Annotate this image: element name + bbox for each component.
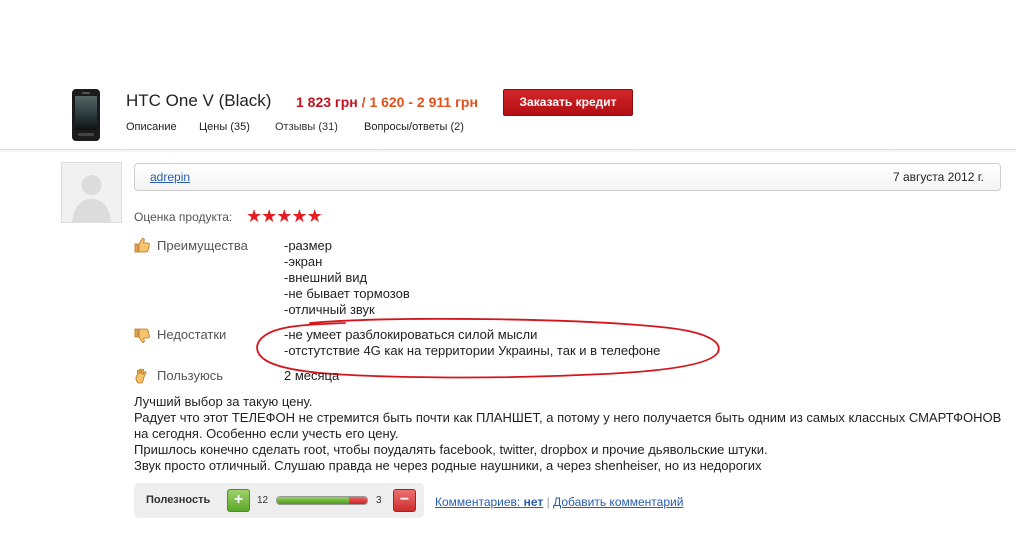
usefulness-bar-negative [349, 497, 367, 504]
comments-link[interactable]: Комментариев: нет [435, 495, 543, 509]
header-divider-shadow [0, 150, 1016, 153]
pros-list: -размер -экран -внешний вид -не бывает т… [284, 238, 410, 318]
star-icon: ★ [246, 206, 262, 226]
price-range: 1 620 - 2 911 грн [369, 94, 478, 110]
tab-prices[interactable]: Цены (35) [199, 121, 250, 133]
pros-item: -не бывает тормозов [284, 286, 410, 301]
review-body: Лучший выбор за такую цену. Радует что э… [134, 394, 1004, 474]
order-credit-button[interactable]: Заказать кредит [503, 89, 633, 116]
review-author-link[interactable]: adrepin [150, 170, 190, 184]
usefulness-bar [276, 496, 368, 505]
tab-questions[interactable]: Вопросы/ответы (2) [364, 121, 464, 133]
rating-label: Оценка продукта: [134, 210, 233, 224]
cons-label: Недостатки [157, 327, 227, 342]
rating-stars: ★★★★★ [246, 206, 323, 226]
vote-up-button[interactable]: + [227, 489, 250, 512]
phone-buttons [78, 133, 94, 136]
review-header-bar [134, 163, 1001, 191]
usage-value: 2 месяца [284, 368, 340, 383]
review-paragraph: Лучший выбор за такую цену. [134, 394, 313, 409]
product-title: HTC One V (Black) [126, 91, 272, 110]
pros-item: -размер [284, 238, 333, 253]
price-separator: / [357, 94, 370, 110]
phone-screen [75, 96, 97, 130]
thumbs-up-icon [134, 238, 150, 253]
phone-speaker [82, 92, 90, 94]
avatar [61, 162, 122, 223]
product-thumbnail[interactable] [72, 89, 100, 141]
comments-label: Комментариев: [435, 495, 521, 509]
vote-down-button[interactable]: − [393, 489, 416, 512]
star-icon: ★ [276, 206, 292, 226]
star-icon: ★ [306, 206, 323, 226]
comments-separator: | [546, 495, 550, 509]
comments-row: Комментариев: нет | Добавить комментарий [435, 495, 683, 509]
hand-icon [135, 368, 147, 384]
usage-label: Пользуюсь [157, 368, 223, 383]
review-paragraph: Звук просто отличный. Слушаю правда не ч… [134, 458, 762, 473]
add-comment-link[interactable]: Добавить комментарий [553, 495, 683, 509]
tab-description[interactable]: Описание [126, 121, 177, 133]
review-paragraph: Пришлось конечно сделать root, чтобы поу… [134, 442, 768, 457]
price-main: 1 823 грн [296, 94, 358, 110]
pros-item: -отличный звук [284, 302, 375, 317]
usefulness-label: Полезность [146, 494, 211, 506]
star-icon: ★ [291, 206, 307, 226]
tab-reviews[interactable]: Отзывы (31) [275, 121, 338, 133]
product-price: 1 823 грн / 1 620 - 2 911 грн [296, 94, 478, 110]
pros-item: -экран [284, 254, 323, 269]
vote-up-count: 12 [257, 495, 269, 506]
pros-item: -внешний вид [284, 270, 368, 285]
usefulness-bar-positive [277, 497, 349, 504]
avatar-placeholder-icon [62, 163, 121, 222]
review-paragraph: Радует что этот ТЕЛЕФОН не стремится быт… [134, 410, 1002, 441]
vote-down-count: 3 [376, 495, 382, 506]
comments-count: нет [523, 495, 544, 509]
pros-label: Преимущества [157, 238, 248, 253]
thumbs-down-icon [134, 328, 150, 343]
review-date: 7 августа 2012 г. [893, 170, 984, 184]
star-icon: ★ [261, 206, 277, 226]
